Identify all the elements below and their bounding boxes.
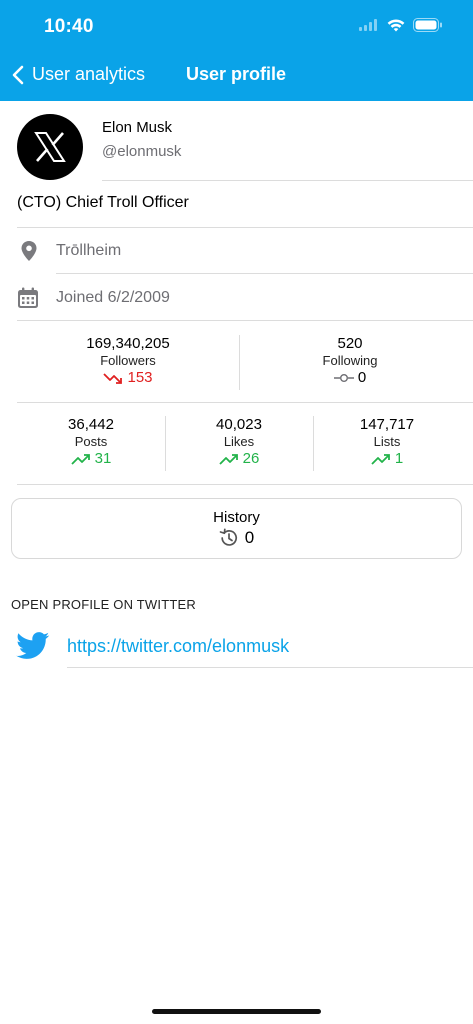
- calendar-icon: [18, 287, 38, 308]
- section-title: OPEN PROFILE ON TWITTER: [11, 597, 196, 612]
- divider: [17, 484, 473, 485]
- x-logo-icon: [34, 132, 66, 162]
- location-row: Trōllheim: [17, 231, 473, 271]
- history-button[interactable]: History 0: [11, 498, 462, 559]
- stat-likes: 40,023 Likes 26: [165, 416, 313, 467]
- back-button[interactable]: User analytics: [12, 64, 145, 85]
- stat-change: 31: [17, 450, 165, 467]
- history-label: History: [213, 509, 260, 526]
- trending-flat-icon: [333, 373, 354, 382]
- chevron-left-icon: [12, 65, 24, 84]
- divider: [17, 402, 473, 403]
- trending-up-icon: [71, 453, 90, 465]
- stat-change: 26: [165, 450, 313, 467]
- profile-name: Elon Musk: [102, 119, 173, 136]
- stat-label: Likes: [223, 434, 255, 449]
- stat-change-value: 31: [94, 450, 112, 467]
- joined-row: Joined 6/2/2009: [17, 278, 473, 318]
- signal-icon: [359, 19, 377, 31]
- stat-label: Posts: [74, 434, 108, 449]
- stat-posts: 36,442 Posts 31: [17, 416, 165, 467]
- status-icons: [359, 18, 443, 32]
- stat-change-value: 1: [394, 450, 404, 467]
- top-bar: 10:40 User analytics User profile: [0, 0, 473, 101]
- stat-change: 1: [313, 450, 461, 467]
- stat-label: Followers: [100, 353, 156, 368]
- home-indicator: [152, 1009, 321, 1014]
- stat-change: 153: [17, 369, 239, 386]
- avatar: [17, 114, 83, 180]
- stat-change-value: 0: [357, 369, 367, 386]
- divider: [102, 180, 473, 181]
- twitter-bird-icon: [16, 632, 50, 659]
- open-twitter-link[interactable]: https://twitter.com/elonmusk: [0, 624, 473, 668]
- stat-change: 0: [239, 369, 461, 386]
- stat-change-value: 153: [127, 369, 153, 386]
- location-text: Trōllheim: [56, 242, 122, 259]
- history-icon: [219, 528, 237, 546]
- divider: [56, 273, 473, 274]
- back-label: User analytics: [32, 64, 146, 84]
- stat-value: 40,023: [216, 416, 262, 433]
- stat-lists: 147,717 Lists 1: [313, 416, 461, 467]
- stat-following: 520 Following 0: [239, 335, 461, 386]
- twitter-url: https://twitter.com/elonmusk: [67, 636, 290, 656]
- stat-value: 36,442: [68, 416, 114, 433]
- joined-text: Joined 6/2/2009: [56, 289, 170, 306]
- wifi-icon: [387, 18, 405, 31]
- stat-value: 520: [337, 335, 363, 352]
- history-count: 0: [12, 528, 461, 548]
- stat-value: 147,717: [359, 416, 415, 433]
- page-title: User profile: [186, 64, 287, 84]
- stat-value: 169,340,205: [86, 335, 170, 352]
- profile-handle: @elonmusk: [102, 143, 182, 160]
- stat-label: Following: [322, 353, 378, 368]
- profile-bio: (CTO) Chief Troll Officer: [17, 194, 189, 211]
- stat-label: Lists: [373, 434, 401, 449]
- trending-up-icon: [219, 453, 238, 465]
- location-pin-icon: [21, 241, 37, 261]
- battery-icon: [413, 18, 442, 32]
- trending-up-icon: [371, 453, 390, 465]
- trending-down-icon: [103, 372, 123, 384]
- divider: [17, 227, 473, 228]
- stat-change-value: 26: [242, 450, 260, 467]
- stat-followers: 169,340,205 Followers 153: [17, 335, 239, 386]
- divider: [17, 320, 473, 321]
- status-time: 10:40: [44, 16, 94, 37]
- divider: [67, 667, 473, 668]
- history-count-value: 0: [244, 528, 255, 547]
